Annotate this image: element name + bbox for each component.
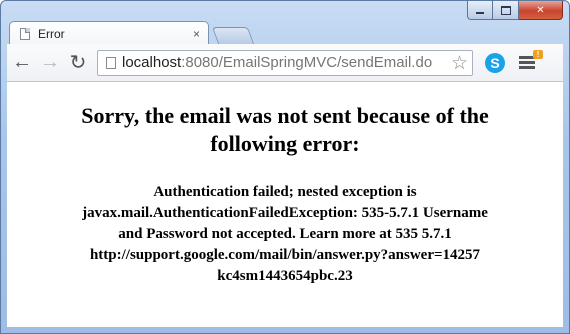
menu-button[interactable]: ! xyxy=(519,49,543,70)
minimize-icon xyxy=(476,12,484,14)
forward-button[interactable]: → xyxy=(37,50,63,76)
page-content: Sorry, the email was not sent because of… xyxy=(7,82,563,327)
tab-error[interactable]: Error × xyxy=(9,21,209,45)
menu-bar-icon xyxy=(519,65,535,69)
error-line: Authentication failed; nested exception … xyxy=(153,184,417,200)
back-arrow-icon: ← xyxy=(12,51,32,73)
error-line: and Password not accepted. Learn more at… xyxy=(118,226,452,242)
skype-extension-icon[interactable]: S xyxy=(485,52,505,73)
error-line: http://support.google.com/mail/bin/answe… xyxy=(89,247,481,263)
new-tab-button[interactable] xyxy=(211,27,255,44)
error-message: Authentication failed; nested exception … xyxy=(21,182,549,287)
close-icon: ✕ xyxy=(536,4,545,16)
page-title: Sorry, the email was not sent because of… xyxy=(81,103,489,156)
update-badge-icon: ! xyxy=(533,49,543,59)
bookmark-star-icon[interactable]: ☆ xyxy=(451,52,468,75)
maximize-icon xyxy=(500,5,511,15)
forward-arrow-icon: → xyxy=(40,51,60,73)
toolbar: ← → ↻ localhost:8080/EmailSpringMVC/send… xyxy=(7,44,563,82)
url-path: :8080/EmailSpringMVC/sendEmail.do xyxy=(181,54,433,71)
tab-strip: Error × xyxy=(9,15,479,45)
maximize-button[interactable] xyxy=(493,1,519,20)
tab-close-icon[interactable]: × xyxy=(193,27,200,41)
skype-label: S xyxy=(490,54,500,71)
back-button[interactable]: ← xyxy=(9,50,35,76)
url-host: localhost xyxy=(122,54,182,71)
error-line: kc4sm1443654pbc.23 xyxy=(217,268,353,284)
reload-icon: ↻ xyxy=(69,52,87,74)
error-line: javax.mail.AuthenticationFailedException… xyxy=(82,205,488,221)
menu-bar-icon xyxy=(519,60,535,64)
page-icon xyxy=(106,56,116,69)
window-controls: ✕ xyxy=(467,1,563,20)
url-text: localhost:8080/EmailSpringMVC/sendEmail.… xyxy=(122,54,432,71)
reload-button[interactable]: ↻ xyxy=(65,50,91,76)
page-icon xyxy=(20,27,30,40)
browser-window: ✕ Error × ← → ↻ localhost:8080/EmailSpri… xyxy=(0,0,570,334)
close-window-button[interactable]: ✕ xyxy=(519,1,563,20)
tab-title: Error xyxy=(38,26,65,41)
address-bar[interactable]: localhost:8080/EmailSpringMVC/sendEmail.… xyxy=(97,49,473,76)
